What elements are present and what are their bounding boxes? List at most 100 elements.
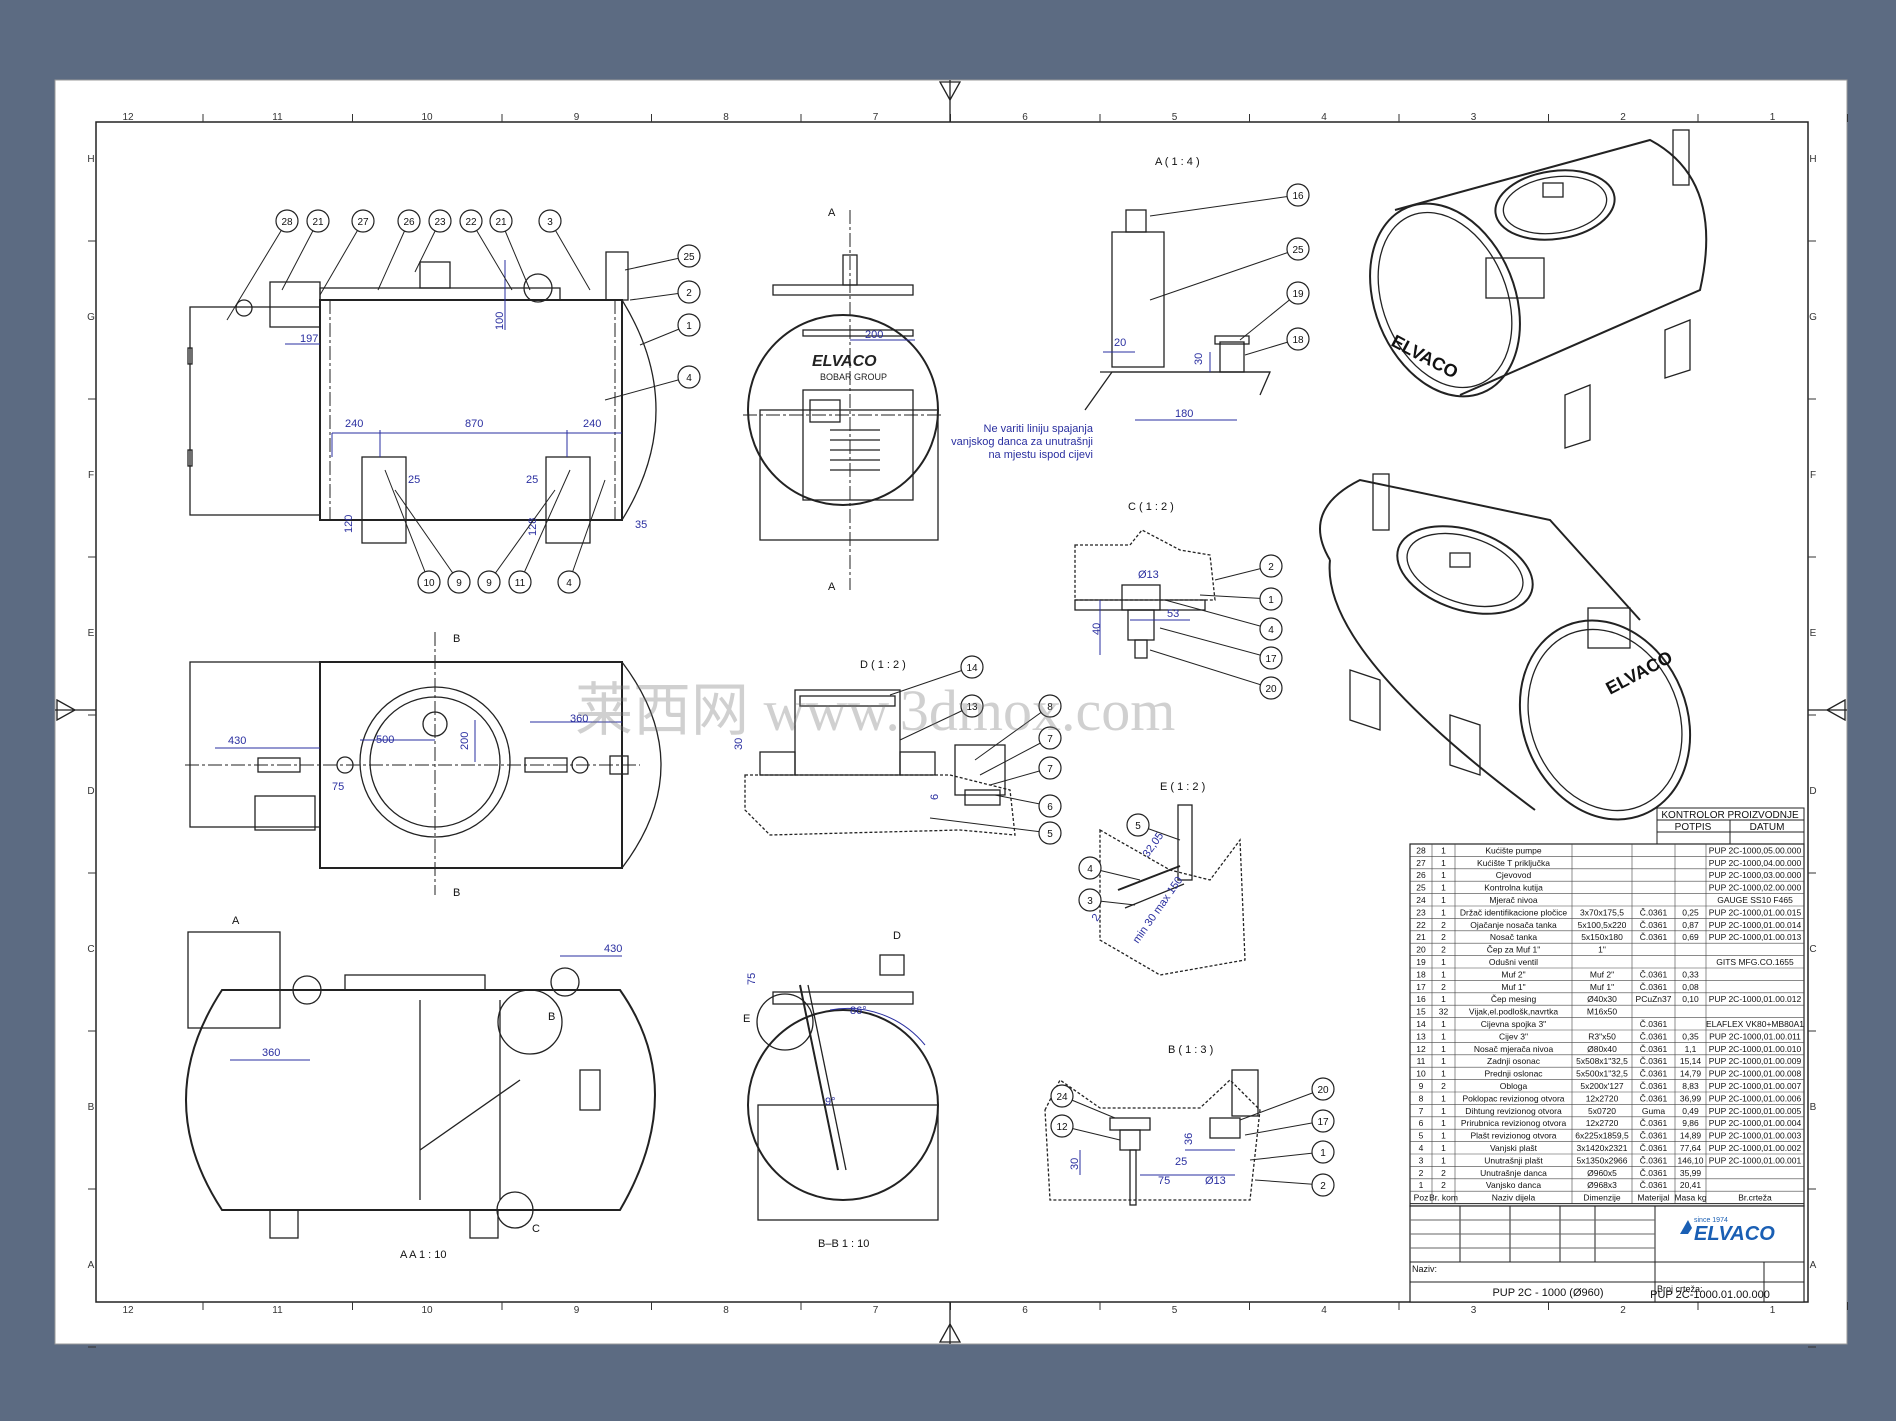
- balloon-number: 2: [1320, 1181, 1326, 1192]
- bom-cell: 20,41: [1680, 1180, 1702, 1190]
- svg-text:75: 75: [1158, 1175, 1170, 1187]
- cut-b-bottom: B: [453, 887, 460, 899]
- border-col-bottom-10: 10: [421, 1305, 433, 1316]
- bom-cell: 5x100,5x220: [1578, 920, 1627, 930]
- bom-cell: Č.0361: [1640, 1031, 1668, 1041]
- bom-cell: 1,1: [1685, 1044, 1697, 1054]
- bom-row: 7 1 Dihtung revizionog otvora 5x0720 Guma 0,4…: [1410, 1106, 1804, 1118]
- bom-cell: Č.0361: [1640, 969, 1668, 979]
- border-col-top-9: 9: [574, 112, 580, 123]
- svg-text:500: 500: [376, 734, 394, 746]
- bom-row: 23 1 Držač identifikacione pločice 3x70x175…: [1410, 907, 1804, 919]
- svg-text:200: 200: [865, 329, 883, 341]
- balloon-number: 6: [1047, 802, 1053, 813]
- bom-cell: 12x2720: [1586, 1118, 1619, 1128]
- section-b-label: B ( 1 : 3 ): [1168, 1044, 1213, 1056]
- bom-cell: 1: [1441, 907, 1446, 917]
- border-row-right-D: D: [1809, 786, 1816, 797]
- border-col-top-8: 8: [723, 112, 729, 123]
- bom-cell: Č.0361: [1640, 932, 1668, 942]
- border-col-top-2: 2: [1620, 112, 1626, 123]
- title-block: Naziv: Broj crteža: PUP 2C - 1000 (Ø960)…: [1409, 1205, 1805, 1303]
- bom-cell: 1: [1441, 1031, 1446, 1041]
- detail-d-mark: D: [893, 930, 901, 942]
- border-row-right-C: C: [1809, 944, 1816, 955]
- bom-cell: 0,08: [1682, 982, 1699, 992]
- section-a-label: A ( 1 : 4 ): [1155, 156, 1200, 168]
- balloon-number: 21: [495, 217, 507, 228]
- bom-cell: GITS MFG.CO.1655: [1716, 957, 1794, 967]
- bom-cell: 2: [1441, 932, 1446, 942]
- bom-cell: Muf 2": [1590, 969, 1614, 979]
- end-view-group: BOBAR GROUP: [820, 372, 887, 382]
- bom-cell: Č.0361: [1640, 1180, 1668, 1190]
- border-row-left-H: H: [87, 154, 94, 165]
- bom-cell: 1: [1441, 957, 1446, 967]
- border-row-left-C: C: [87, 944, 94, 955]
- bom-cell: 0,33: [1682, 969, 1699, 979]
- bom-cell: 0,69: [1682, 932, 1699, 942]
- bom-cell: Vijak,el.podlošk,navrtka: [1469, 1007, 1558, 1017]
- bom-cell: PUP 2C-1000,01.00.015: [1709, 907, 1802, 917]
- bom-cell: PUP 2C-1000,01.00.001: [1709, 1155, 1802, 1165]
- bom-cell: Ojačanje nosača tanka: [1470, 920, 1557, 930]
- bom-cell: Kućište T priključka: [1477, 858, 1550, 868]
- bom-cell: 2: [1441, 982, 1446, 992]
- balloon-number: 28: [281, 217, 293, 228]
- balloon-number: 4: [686, 373, 692, 384]
- bom-cell: 14,79: [1680, 1069, 1702, 1079]
- bom-cell: 1: [1441, 895, 1446, 905]
- bom-cell: 2: [1441, 1168, 1446, 1178]
- bom-cell: Kontrolna kutija: [1484, 883, 1543, 893]
- bom-cell: 20: [1416, 945, 1426, 955]
- svg-text:180: 180: [1175, 408, 1193, 420]
- svg-text:Ø13: Ø13: [1205, 1175, 1226, 1187]
- bom-cell: PUP 2C-1000,01.00.003: [1709, 1131, 1802, 1141]
- bom-cell: 6: [1419, 1118, 1424, 1128]
- bom-cell: PUP 2C-1000,01.00.008: [1709, 1069, 1802, 1079]
- bom-cell: Ø80x40: [1587, 1044, 1617, 1054]
- cut-a-bottom: A: [828, 581, 836, 593]
- bom-cell: ELAFLEX VK80+MB80A1: [1706, 1019, 1804, 1029]
- bom-cell: 1: [1441, 845, 1446, 855]
- balloon-number: 12: [1056, 1122, 1068, 1133]
- border-col-bottom-4: 4: [1321, 1305, 1327, 1316]
- bom-cell: PUP 2C-1000,01.00.006: [1709, 1093, 1802, 1103]
- bom-cell: 1: [1441, 969, 1446, 979]
- bom-cell: 3x1420x2321: [1576, 1143, 1627, 1153]
- border-col-top-6: 6: [1022, 112, 1028, 123]
- view-aa-label: A A 1 : 10: [400, 1249, 447, 1261]
- bom-cell: Držač identifikacione pločice: [1460, 907, 1568, 917]
- bom-cell: 22: [1416, 920, 1426, 930]
- detail-e-mark: E: [743, 1013, 750, 1025]
- bom-cell: 9,86: [1682, 1118, 1699, 1128]
- bom-header-cell: Naziv dijela: [1492, 1193, 1536, 1203]
- bom-cell: Ø960x5: [1587, 1168, 1617, 1178]
- bom-cell: 4: [1419, 1143, 1424, 1153]
- bom-cell: Č.0361: [1640, 1168, 1668, 1178]
- svg-text:100: 100: [494, 312, 506, 330]
- bom-cell: Odušni ventil: [1489, 957, 1538, 967]
- bom-cell: 1: [1441, 1069, 1446, 1079]
- bom-header-cell: Poz: [1414, 1193, 1429, 1203]
- border-col-top-5: 5: [1172, 112, 1178, 123]
- bom-cell: 0,35: [1682, 1031, 1699, 1041]
- svg-text:240: 240: [583, 418, 601, 430]
- control-title: KONTROLOR PROIZVODNJE: [1661, 810, 1799, 821]
- bom-cell: Mjerač nivoa: [1489, 895, 1537, 905]
- bom-cell: Unutrašnje danca: [1480, 1168, 1547, 1178]
- balloon-number: 3: [547, 217, 553, 228]
- bom-cell: 1: [1441, 1056, 1446, 1066]
- bom-cell: 3: [1419, 1155, 1424, 1165]
- bom-cell: 16: [1416, 994, 1426, 1004]
- svg-text:53: 53: [1167, 608, 1179, 620]
- svg-text:25: 25: [1175, 1156, 1187, 1168]
- balloon-number: 11: [515, 578, 526, 589]
- svg-text:197: 197: [300, 333, 318, 345]
- bom-cell: 17: [1416, 982, 1426, 992]
- bom-cell: 0,10: [1682, 994, 1699, 1004]
- elvaco-logo: ELVACO: [1694, 1223, 1775, 1245]
- bom-cell: PUP 2C-1000,01.00.010: [1709, 1044, 1802, 1054]
- border-col-bottom-9: 9: [574, 1305, 580, 1316]
- bom-cell: 1: [1441, 1131, 1446, 1141]
